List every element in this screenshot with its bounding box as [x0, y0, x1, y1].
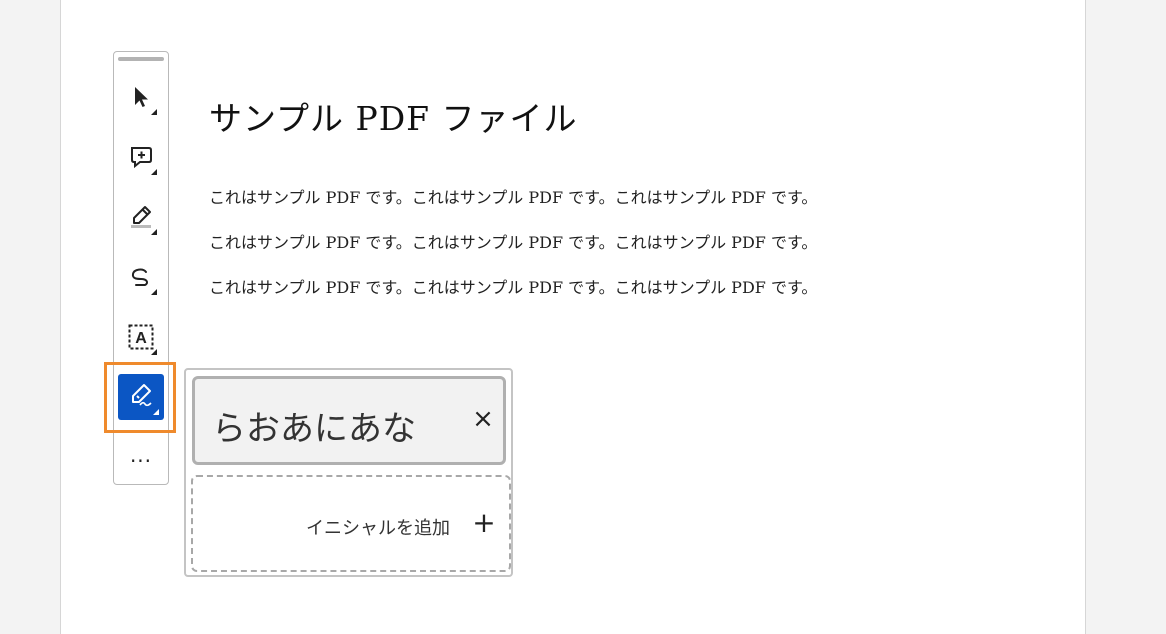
more-tools-button[interactable]: ... [118, 444, 164, 474]
cursor-arrow-icon [130, 85, 152, 113]
add-initials-label: イニシャルを追加 [306, 518, 450, 539]
svg-text:A: A [135, 330, 147, 347]
sign-pen-icon [127, 381, 155, 413]
sign-tool-button[interactable] [118, 374, 164, 420]
text-tool-button[interactable]: A [118, 316, 164, 362]
submenu-indicator-icon [151, 349, 157, 355]
highlight-tool-button[interactable] [118, 196, 164, 242]
draw-tool-button[interactable] [118, 256, 164, 302]
document-title: サンプル PDF ファイル [209, 99, 578, 138]
signature-text: らおあにあな [212, 409, 416, 449]
add-initials-button[interactable]: イニシャルを追加 + [191, 475, 511, 572]
document-line: これはサンプル PDF です。これはサンプル PDF です。これはサンプル PD… [209, 278, 818, 297]
submenu-indicator-icon [151, 289, 157, 295]
document-line: これはサンプル PDF です。これはサンプル PDF です。これはサンプル PD… [209, 188, 818, 207]
signature-popup: らおあにあな × イニシャルを追加 + [184, 368, 513, 577]
submenu-indicator-icon [151, 229, 157, 235]
document-line: これはサンプル PDF です。これはサンプル PDF です。これはサンプル PD… [209, 233, 818, 252]
submenu-indicator-icon [153, 409, 159, 415]
select-tool-button[interactable] [118, 76, 164, 122]
comment-tool-button[interactable] [118, 136, 164, 182]
plus-icon: + [472, 506, 496, 539]
saved-signature[interactable]: らおあにあな × [192, 376, 506, 465]
submenu-indicator-icon [151, 109, 157, 115]
annotation-toolbar: A ... [113, 51, 169, 485]
toolbar-drag-handle[interactable] [118, 57, 164, 61]
submenu-indicator-icon [151, 169, 157, 175]
remove-signature-icon[interactable]: × [470, 406, 496, 432]
